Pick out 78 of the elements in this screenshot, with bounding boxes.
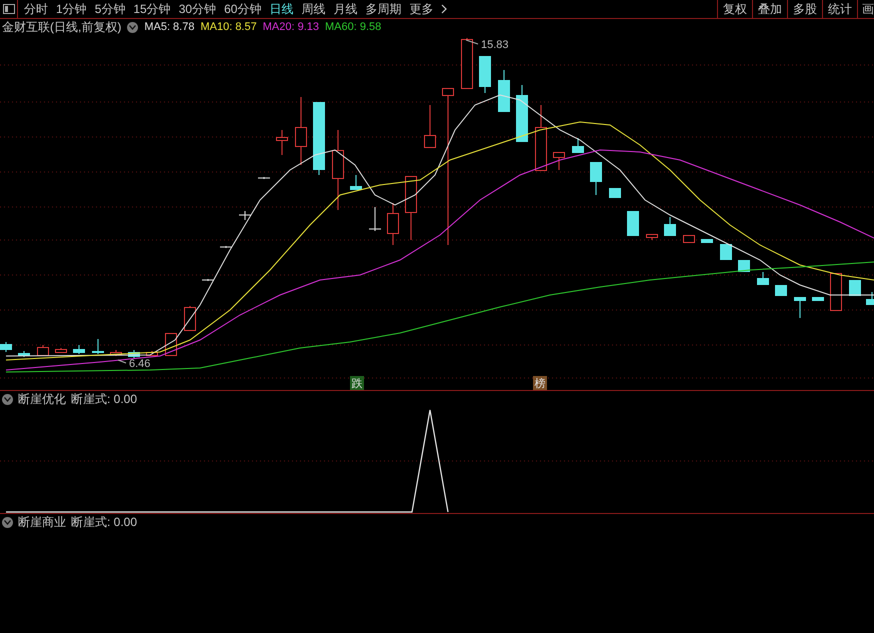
ma-value: MA60: 9.58: [325, 20, 382, 35]
candlestick: [238, 210, 252, 220]
toolbar-button[interactable]: 复权: [717, 0, 752, 18]
dropdown-icon[interactable]: [2, 394, 13, 404]
toolbar-button[interactable]: 叠加: [752, 0, 787, 18]
toolbar-button[interactable]: 多股: [787, 0, 822, 18]
candlestick: [849, 280, 861, 296]
candlestick: [664, 216, 676, 236]
toolbar-button[interactable]: 画: [857, 0, 874, 18]
candlestick: [73, 344, 85, 354]
candlestick: [18, 350, 30, 358]
candlestick: [276, 130, 288, 156]
ma-value: MA20: 9.13: [262, 20, 319, 35]
candlestick: [110, 350, 122, 356]
period-tab[interactable]: 分时: [24, 3, 48, 15]
candlestick: [128, 350, 140, 358]
candlestick: [424, 104, 436, 148]
candlestick: [812, 296, 824, 302]
candlestick: [646, 234, 658, 240]
period-tab[interactable]: 15分钟: [133, 3, 171, 15]
period-tab[interactable]: 日线: [269, 3, 294, 15]
candlestick: [479, 56, 491, 94]
candlestick: [683, 234, 695, 243]
candlestick: [572, 138, 584, 154]
indicator-name: 断崖商业: [18, 514, 66, 531]
candlestick: [146, 350, 158, 356]
candlestick: [368, 206, 382, 232]
panel-toggle-icon[interactable]: [0, 0, 18, 18]
candlestick: [701, 238, 713, 244]
chevron-right-icon[interactable]: [441, 4, 448, 14]
dropdown-icon[interactable]: [2, 516, 13, 528]
candlestick: [405, 176, 417, 240]
period-tab[interactable]: 周线: [301, 3, 326, 15]
ma-value: MA10: 8.57: [200, 20, 257, 35]
dropdown-icon[interactable]: [127, 22, 138, 32]
candlestick: [184, 306, 196, 332]
candlestick: [37, 344, 49, 356]
candlestick: [775, 284, 787, 296]
candlestick: [757, 272, 769, 286]
period-tab[interactable]: 多周期: [365, 3, 402, 15]
indicator-value: 断崖式: 0.00: [71, 514, 138, 531]
candlestick: [866, 292, 874, 306]
high-price-label: 15.83: [466, 39, 509, 51]
ma-value: MA5: 8.78: [144, 20, 194, 35]
candlestick: [830, 272, 842, 311]
low-price-label: 6.46: [118, 358, 150, 370]
period-tab[interactable]: 月线: [333, 3, 358, 15]
stock-title: 金财互联(日线,前复权): [2, 19, 122, 36]
candlestick: [0, 342, 12, 352]
candlestick: [590, 162, 602, 196]
candlestick: [55, 348, 67, 354]
toolbar-button[interactable]: 统计: [822, 0, 857, 18]
candlestick: [535, 104, 547, 171]
candlestick: [516, 84, 528, 142]
candlestick: [461, 38, 473, 89]
candlestick: [498, 70, 510, 112]
signal-marker: 跌: [350, 376, 364, 390]
candlestick: [627, 210, 639, 236]
signal-marker: 榜: [533, 376, 547, 390]
indicator-name: 断崖优化: [18, 391, 66, 408]
candlestick: [258, 176, 270, 180]
period-tab[interactable]: 30分钟: [178, 3, 216, 15]
candlestick: [738, 260, 750, 272]
candlestick: [350, 174, 362, 190]
candlestick: [92, 338, 104, 354]
candlestick: [220, 246, 232, 248]
period-tab[interactable]: 5分钟: [94, 3, 126, 15]
candlestick: [609, 188, 621, 198]
period-tab[interactable]: 1分钟: [56, 3, 87, 15]
candlestick: [202, 278, 214, 282]
candlestick: [295, 96, 307, 166]
candlestick: [794, 296, 806, 318]
candlestick: [553, 152, 565, 170]
candlestick: [720, 244, 732, 260]
candlestick: [387, 202, 399, 246]
indicator-value: 断崖式: 0.00: [71, 391, 138, 408]
period-tab[interactable]: 更多: [409, 3, 434, 15]
period-tab[interactable]: 60分钟: [224, 3, 262, 15]
